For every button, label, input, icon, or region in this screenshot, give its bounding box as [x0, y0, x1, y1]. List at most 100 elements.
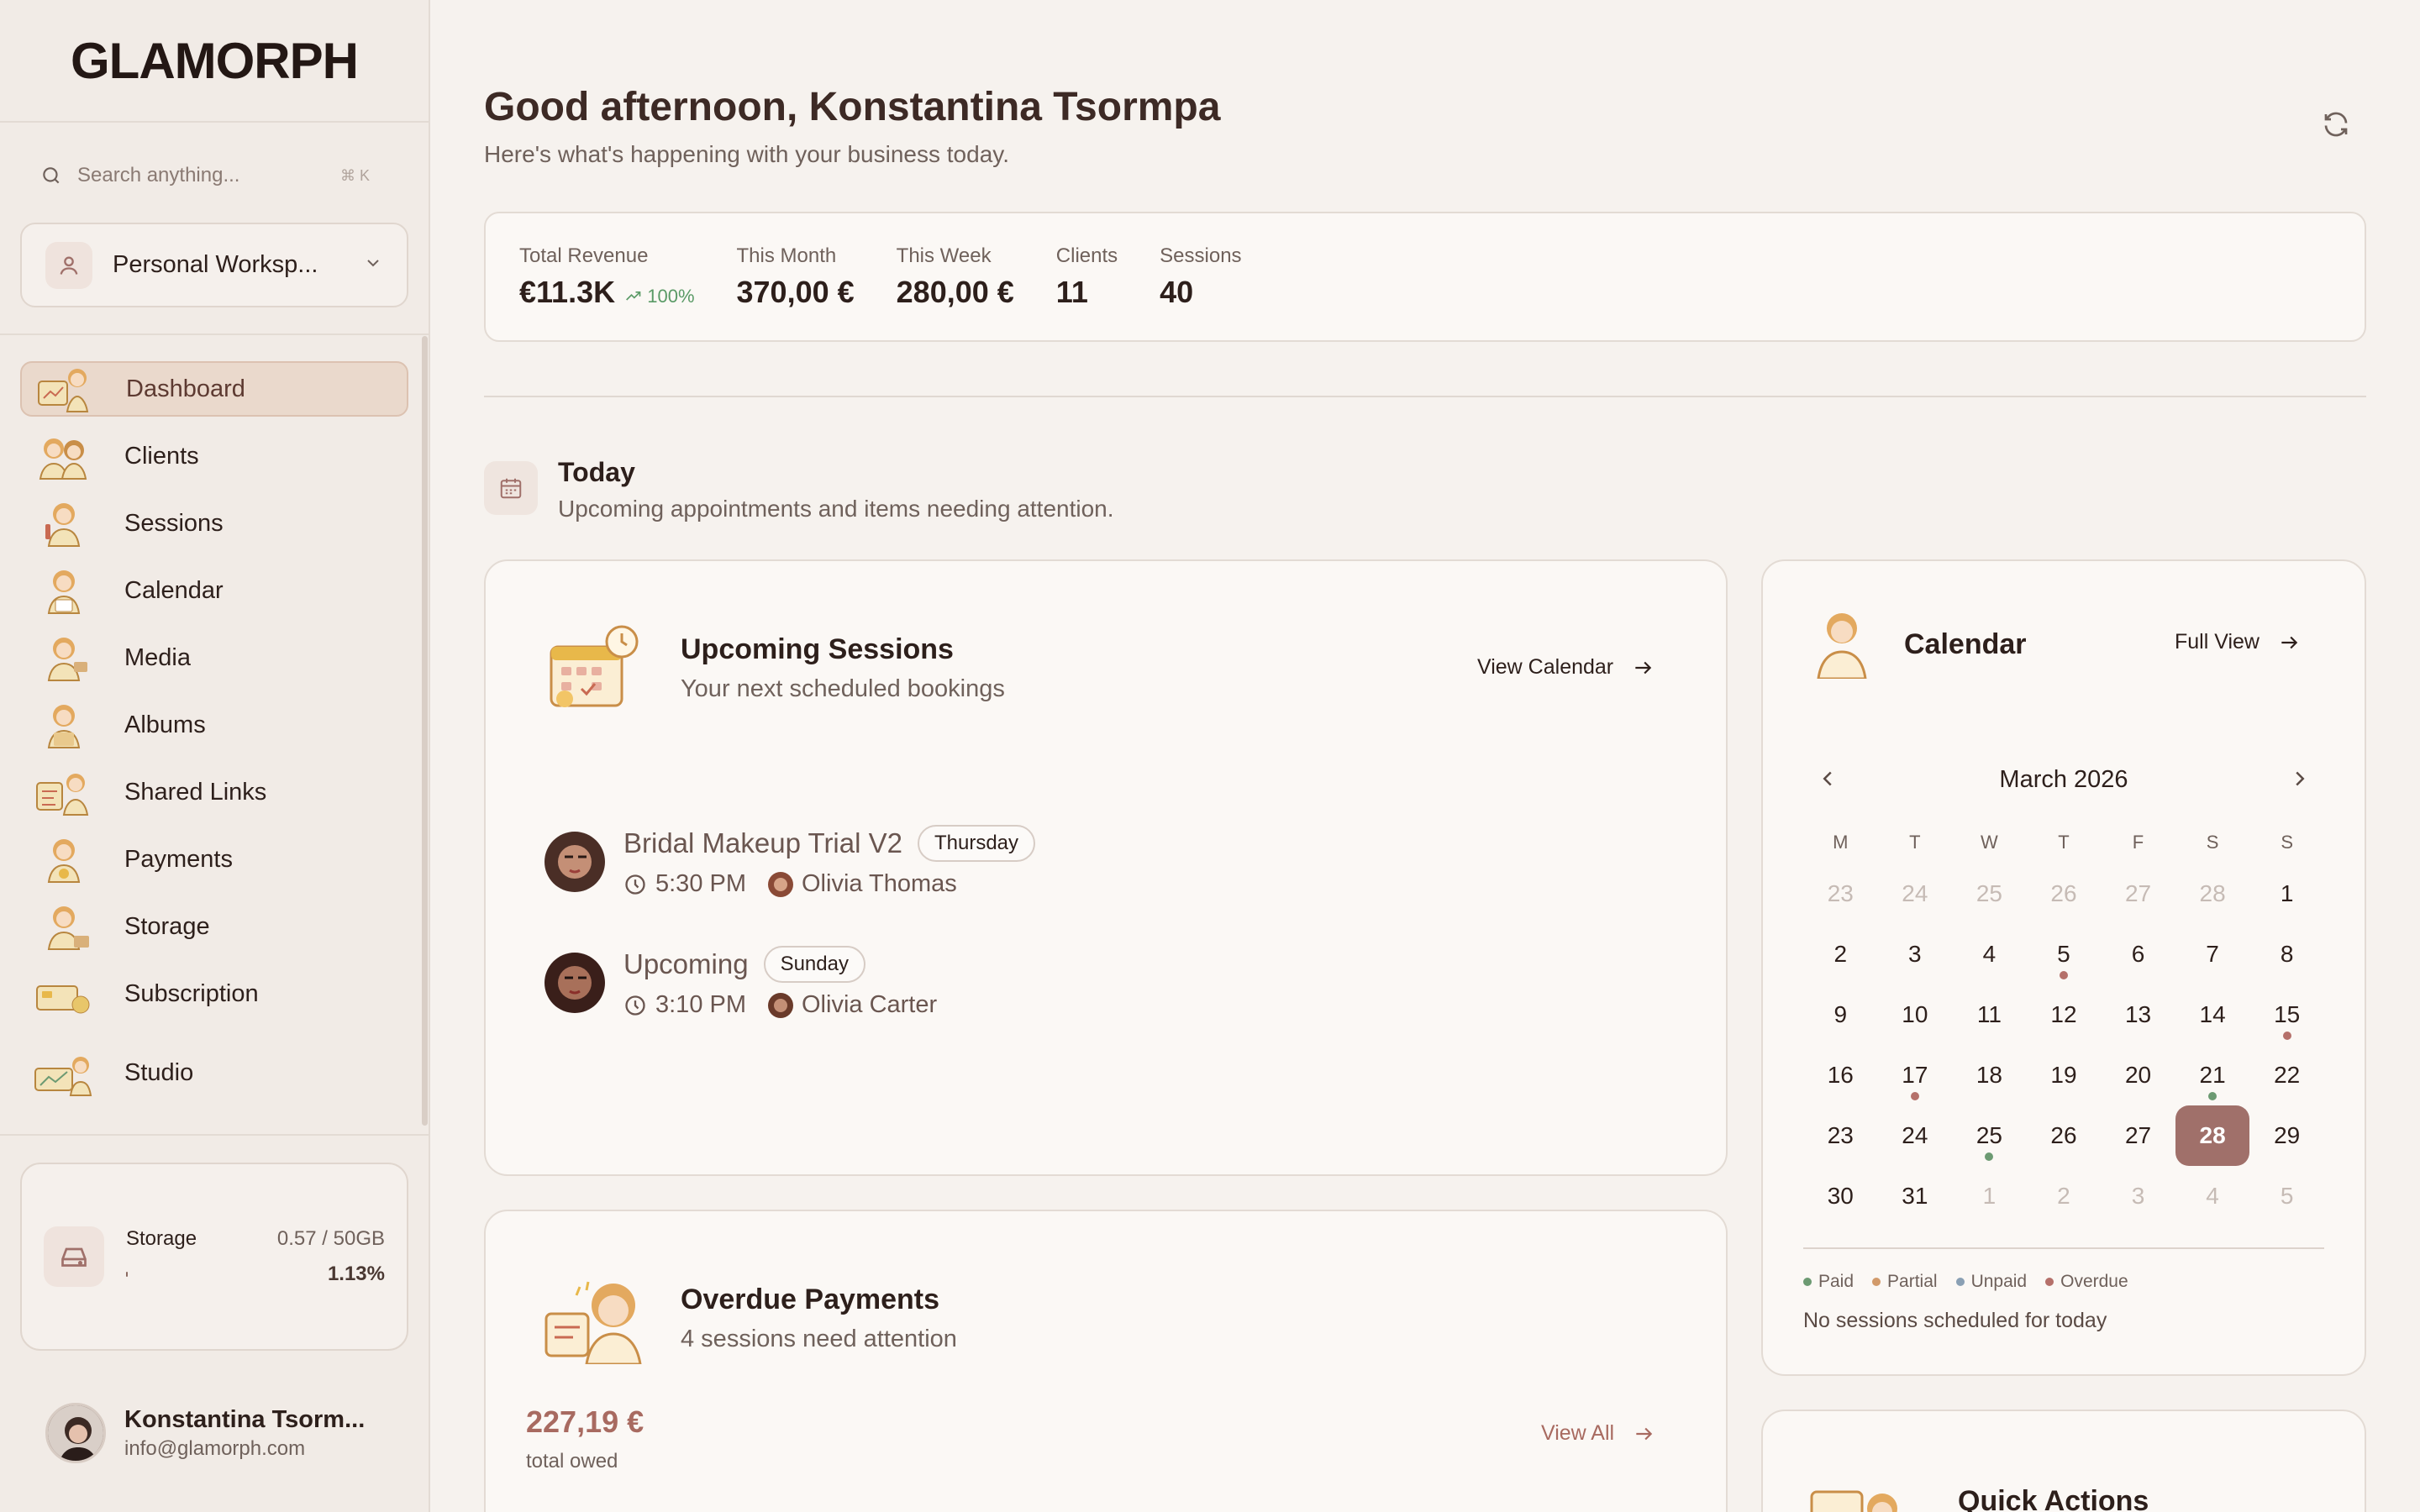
- calendar-week: 9 10 11 12 13 14 15: [1803, 984, 2324, 1045]
- storage-progress-fill: [126, 1272, 129, 1277]
- view-calendar-link[interactable]: View Calendar: [1477, 655, 1654, 680]
- calendar-day[interactable]: 5: [2249, 1166, 2324, 1226]
- calendar-day-selected[interactable]: 28: [2175, 1105, 2250, 1166]
- sidebar-item-calendar[interactable]: Calendar: [20, 563, 408, 618]
- calendar-day[interactable]: 18: [1952, 1045, 2027, 1105]
- calendar-day[interactable]: 3: [1878, 924, 1953, 984]
- sidebar-item-subscription[interactable]: Subscription: [20, 966, 408, 1021]
- calendar-day[interactable]: 9: [1803, 984, 1878, 1045]
- user-profile[interactable]: Konstantina Tsorm... info@glamorph.com: [45, 1403, 365, 1463]
- storage-card[interactable]: Storage 0.57 / 50GB 1.13%: [20, 1163, 408, 1351]
- calendar-day[interactable]: 26: [2027, 864, 2102, 924]
- calendar-day[interactable]: 15: [2249, 984, 2324, 1045]
- sidebar-item-storage[interactable]: Storage: [20, 899, 408, 954]
- calendar-day[interactable]: 5: [2027, 924, 2102, 984]
- session-time: 3:10 PM: [655, 991, 746, 1018]
- calendar-day[interactable]: 11: [1952, 984, 2027, 1045]
- quick-actions-illustration-icon: [1810, 1490, 1897, 1512]
- calendar-day[interactable]: 2: [2027, 1166, 2102, 1226]
- trending-up-icon: [626, 291, 641, 301]
- workspace-selector[interactable]: Personal Worksp...: [20, 223, 408, 307]
- session-item[interactable]: Bridal Makeup Trial V2 Thursday 5:30 PM …: [544, 825, 1036, 898]
- sidebar-item-albums[interactable]: Albums: [20, 697, 408, 753]
- calendar-day[interactable]: 30: [1803, 1166, 1878, 1226]
- storage-icon: [32, 900, 96, 953]
- section-divider: [484, 396, 2366, 397]
- calendar-day[interactable]: 27: [2101, 864, 2175, 924]
- calendar-week: 16 17 18 19 20 21 22: [1803, 1045, 2324, 1105]
- calendar-day[interactable]: 1: [2249, 864, 2324, 924]
- stat-clients: Clients 11: [1055, 244, 1118, 309]
- calendar-day[interactable]: 7: [2175, 924, 2250, 984]
- stat-trend: 100%: [625, 286, 695, 307]
- calendar-day[interactable]: 13: [2101, 984, 2175, 1045]
- day-badge: Thursday: [917, 825, 1036, 862]
- app-logo[interactable]: GLAMORPH: [71, 32, 359, 90]
- sidebar-scrollbar[interactable]: [422, 336, 428, 1126]
- calendar-day[interactable]: 14: [2175, 984, 2250, 1045]
- calendar-day[interactable]: 20: [2101, 1045, 2175, 1105]
- stat-value: €11.3K: [519, 274, 616, 309]
- calendar-day[interactable]: 25: [1952, 1105, 2027, 1166]
- sidebar-item-studio[interactable]: Studio: [20, 1045, 408, 1100]
- stat-this-week: This Week 280,00 €: [896, 244, 1014, 309]
- sidebar-item-label: Albums: [124, 711, 206, 738]
- calendar-day[interactable]: 31: [1878, 1166, 1953, 1226]
- calendar-day[interactable]: 4: [2175, 1166, 2250, 1226]
- calendar-day[interactable]: 27: [2101, 1105, 2175, 1166]
- albums-icon: [32, 699, 96, 751]
- view-all-link[interactable]: View All: [1541, 1421, 1655, 1446]
- today-calendar-icon: [484, 461, 538, 515]
- sidebar-item-media[interactable]: Media: [20, 630, 408, 685]
- calendar-day[interactable]: 1: [1952, 1166, 2027, 1226]
- calendar-day[interactable]: 24: [1878, 864, 1953, 924]
- card-title: Upcoming Sessions: [681, 633, 954, 665]
- sidebar-item-dashboard[interactable]: Dashboard: [20, 361, 408, 417]
- calendar-month: March 2026: [1999, 766, 2128, 793]
- calendar-day[interactable]: 28: [2175, 864, 2250, 924]
- calendar-day[interactable]: 21: [2175, 1045, 2250, 1105]
- weekday-label: M: [1833, 832, 1849, 853]
- logo-area: GLAMORPH: [0, 0, 429, 123]
- overdue-illustration-icon: [544, 1281, 642, 1364]
- refresh-icon[interactable]: [2321, 109, 2351, 139]
- sidebar-item-payments[interactable]: Payments: [20, 832, 408, 887]
- sidebar-item-shared-links[interactable]: Shared Links: [20, 764, 408, 820]
- calendar-day[interactable]: 19: [2027, 1045, 2102, 1105]
- card-subtitle: Your next scheduled bookings: [681, 675, 1005, 702]
- calendar-day[interactable]: 17: [1878, 1045, 1953, 1105]
- overdue-dot: [2282, 1032, 2291, 1040]
- calendar-day[interactable]: 10: [1878, 984, 1953, 1045]
- calendar-day[interactable]: 3: [2101, 1166, 2175, 1226]
- workspace-name: Personal Worksp...: [113, 251, 318, 278]
- chevron-right-icon[interactable]: [2287, 766, 2312, 791]
- calendar-day[interactable]: 2: [1803, 924, 1878, 984]
- storage-label: Storage: [126, 1227, 197, 1250]
- sidebar-item-sessions[interactable]: Sessions: [20, 496, 408, 551]
- session-item[interactable]: Upcoming Sunday 3:10 PM Olivia Carter: [544, 946, 937, 1019]
- storage-progress-bar: [126, 1272, 311, 1277]
- paid-dot: [2208, 1092, 2217, 1100]
- calendar-day[interactable]: 12: [2027, 984, 2102, 1045]
- card-title: Quick Actions: [1958, 1485, 2149, 1512]
- calendar-day[interactable]: 23: [1803, 864, 1878, 924]
- calendar-day[interactable]: 4: [1952, 924, 2027, 984]
- calendar-day[interactable]: 16: [1803, 1045, 1878, 1105]
- search-bar[interactable]: Search anything... ⌘ K: [20, 150, 390, 202]
- calendar-day[interactable]: 26: [2027, 1105, 2102, 1166]
- calendar-illustration-icon: [550, 625, 639, 707]
- calendar-empty-text: No sessions scheduled for today: [1803, 1309, 2107, 1332]
- calendar-day[interactable]: 29: [2249, 1105, 2324, 1166]
- calendar-day[interactable]: 22: [2249, 1045, 2324, 1105]
- calendar-day[interactable]: 25: [1952, 864, 2027, 924]
- avatar: [45, 1403, 106, 1463]
- sidebar-item-label: Sessions: [124, 509, 224, 537]
- card-title: Calendar: [1904, 628, 2027, 660]
- calendar-day[interactable]: 8: [2249, 924, 2324, 984]
- calendar-day[interactable]: 24: [1878, 1105, 1953, 1166]
- arrow-right-icon: [1636, 1427, 1653, 1440]
- calendar-day[interactable]: 23: [1803, 1105, 1878, 1166]
- sidebar-item-clients[interactable]: Clients: [20, 428, 408, 484]
- calendar-day[interactable]: 6: [2101, 924, 2175, 984]
- full-view-link[interactable]: Full View: [2175, 630, 2300, 654]
